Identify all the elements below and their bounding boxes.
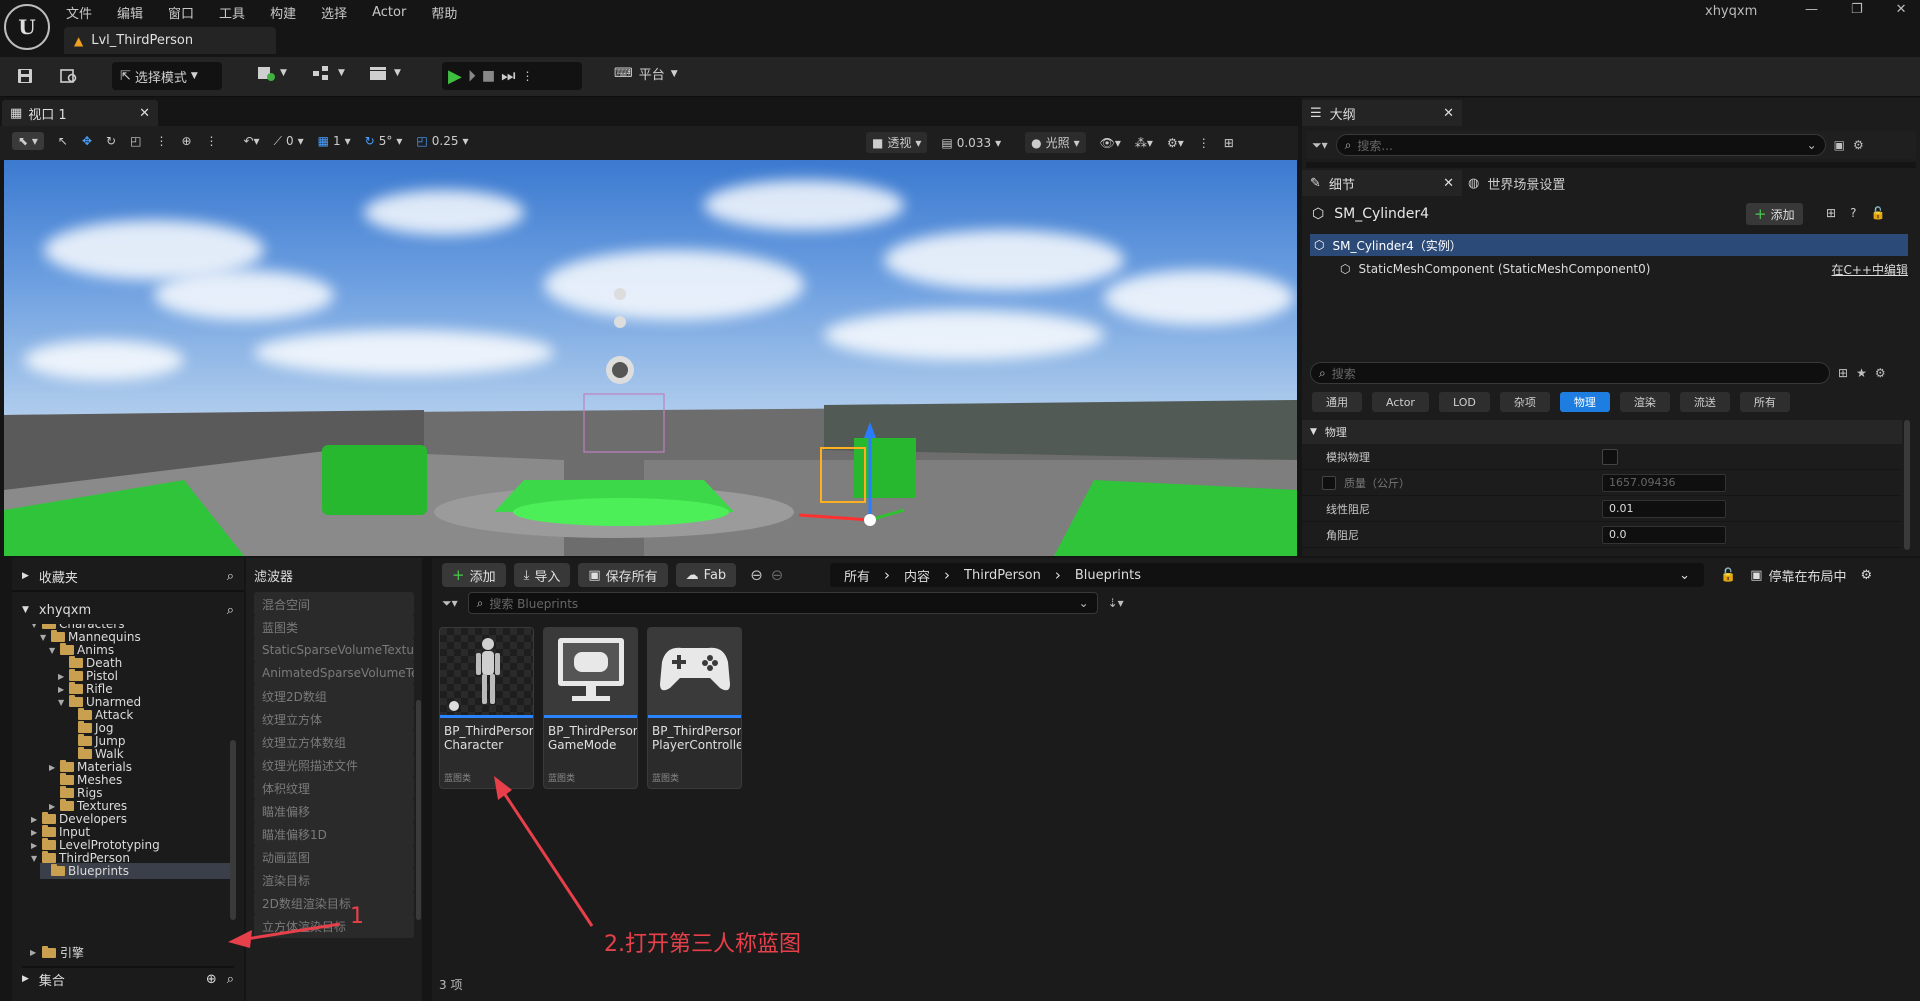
arrow-step1 [239, 922, 341, 942]
annotation-overlay [228, 776, 594, 948]
arrow-step1-head [228, 930, 252, 948]
annotation-step2: 2.打开第三人称蓝图 [604, 932, 801, 957]
arrow-step2-head [494, 776, 512, 800]
annotation-step1: 1 [350, 904, 364, 929]
arrow-step2 [500, 789, 594, 927]
